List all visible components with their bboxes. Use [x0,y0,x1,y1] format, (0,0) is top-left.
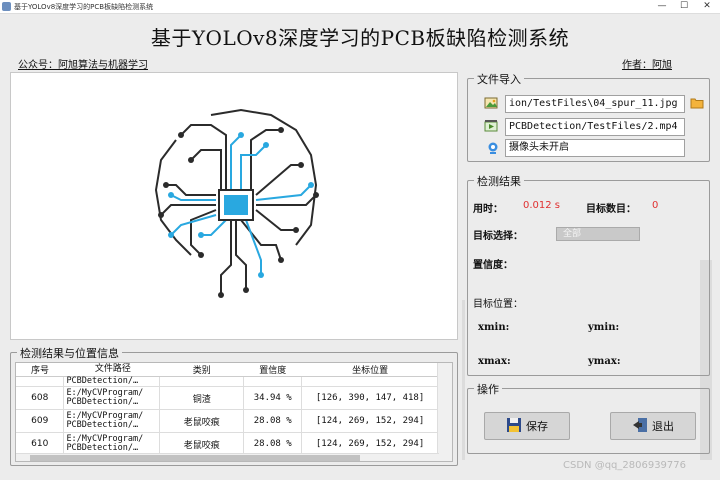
col-header-box[interactable]: 坐标位置 [301,363,439,377]
bg-decoration [462,300,465,460]
page-title: 基于YOLOv8深度学习的PCB板缺陷检测系统 [150,26,570,50]
table-cell: 铜渣 [159,386,245,410]
table-cell: [126, 390, 147, 418] [301,386,439,410]
scrollbar-thumb[interactable] [30,455,360,461]
camera-status-field[interactable]: 摄像头未开启 [505,139,685,157]
app-icon [2,2,11,11]
table-cell [243,376,303,387]
results-table[interactable]: 序号 文件路径 类别 置信度 坐标位置 PCBDetection/… 608 E… [15,362,453,462]
maximize-button[interactable]: ☐ [674,0,694,14]
brain-circuit-logo [154,108,319,298]
col-header-index[interactable]: 序号 [16,363,64,377]
author-label: 作者：阿旭 [622,60,672,71]
target-count-value: 0 [652,200,659,211]
save-icon [506,417,522,436]
table-cell: 608 [16,386,65,410]
table-cell: 34.94 % [243,386,303,410]
path-line: PCBDetection/… [66,397,139,407]
minimize-button[interactable]: — [652,0,672,14]
table-row[interactable]: 608 E:/MyCVProgram/PCBDetection/… 铜渣 34.… [16,386,439,410]
save-label: 保存 [526,420,548,433]
save-button[interactable]: 保存 [484,412,570,440]
ymin-label: ymin: [588,322,620,333]
table-cell: 28.08 % [243,409,303,433]
image-path-field[interactable]: ion/TestFiles\04_spur_11.jpg [505,95,685,113]
xmax-label: xmax: [478,356,511,367]
table-cell: E:/MyCVProgram/PCBDetection/… [63,386,161,410]
table-title: 检测结果与位置信息 [17,345,122,361]
detection-results-title: 检测结果 [474,173,524,189]
xmin-label: xmin: [478,322,510,333]
col-header-class[interactable]: 类别 [159,363,244,377]
file-import-title: 文件导入 [474,71,524,87]
table-cell [159,376,245,387]
exit-icon [632,417,648,436]
table-cell: 老鼠咬痕 [159,409,245,433]
target-select-label: 目标选择： [473,231,523,242]
image-display-panel [10,72,458,340]
table-row[interactable]: 609 E:/MyCVProgram/PCBDetection/… 老鼠咬痕 2… [16,409,439,433]
camera-icon[interactable] [486,140,500,154]
exit-label: 退出 [652,420,674,433]
close-button[interactable]: ✕ [697,0,717,14]
time-label: 用时： [473,204,503,215]
operations-title: 操作 [474,381,502,397]
table-horizontal-scrollbar[interactable] [16,453,439,461]
window-title: 基于YOLOv8深度学习的PCB板缺陷检测系统 [14,3,154,11]
path-line: PCBDetection/… [66,420,139,430]
table-row[interactable]: PCBDetection/… [16,376,439,387]
window-titlebar: 基于YOLOv8深度学习的PCB板缺陷检测系统 — ☐ ✕ [0,0,720,14]
folder-icon[interactable] [690,95,704,109]
table-cell [16,376,65,387]
col-header-confidence[interactable]: 置信度 [243,363,302,377]
exit-button[interactable]: 退出 [610,412,696,440]
time-value: 0.012 s [523,200,561,211]
table-vertical-scrollbar[interactable] [437,363,452,461]
target-position-label: 目标位置： [473,299,523,310]
watermark: CSDN @qq_2806939776 [563,460,687,471]
target-select-dropdown[interactable]: 全部 [556,227,640,241]
col-header-path[interactable]: 文件路径 [63,363,160,377]
path-line: PCBDetection/… [66,443,139,453]
target-count-label: 目标数目： [586,204,636,215]
video-path-field[interactable]: PCBDetection/TestFiles/2.mp4 [505,118,685,136]
table-header-row: 序号 文件路径 类别 置信度 坐标位置 [16,363,439,377]
table-cell: [124, 269, 152, 294] [301,409,439,433]
table-cell: E:/MyCVProgram/PCBDetection/… [63,409,161,433]
video-icon[interactable] [484,118,498,132]
public-account-label: 公众号：阿旭算法与机器学习 [18,60,148,71]
image-icon[interactable] [484,95,498,109]
table-cell: PCBDetection/… [63,376,161,387]
confidence-label: 置信度： [473,260,513,271]
table-cell: 609 [16,409,65,433]
table-cell [301,376,439,387]
ymax-label: ymax: [588,356,621,367]
